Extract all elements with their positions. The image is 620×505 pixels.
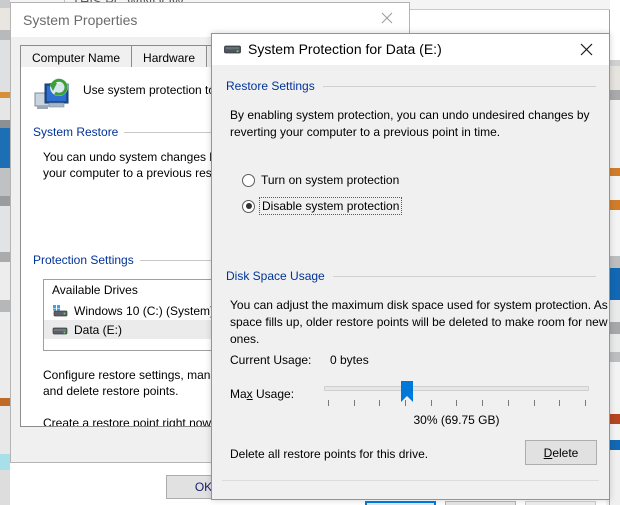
dialog-body: Restore Settings By enabling system prot… bbox=[212, 65, 609, 505]
slider-thumb[interactable] bbox=[401, 381, 413, 402]
slider-tick bbox=[456, 400, 458, 406]
tab-hardware[interactable]: Hardware bbox=[131, 45, 208, 67]
current-usage-label: Current Usage: bbox=[230, 353, 312, 367]
radio-icon[interactable] bbox=[242, 173, 255, 187]
system-restore-heading-label: System Restore bbox=[33, 125, 119, 139]
ok-button[interactable]: OK bbox=[365, 501, 436, 505]
radio-icon-selected[interactable] bbox=[242, 199, 255, 213]
hard-drive-icon bbox=[52, 323, 68, 337]
list-item-label: Data (E:) bbox=[74, 322, 123, 337]
slider-tick bbox=[482, 400, 484, 406]
list-item-label: Windows 10 (C:) (System) bbox=[74, 303, 215, 318]
dialog-footer-divider bbox=[222, 480, 599, 481]
background-window-left-edge bbox=[0, 0, 10, 505]
restore-settings-group-heading: Restore Settings bbox=[226, 79, 596, 93]
close-icon[interactable] bbox=[563, 34, 609, 65]
tab-computer-name[interactable]: Computer Name bbox=[20, 45, 133, 67]
slider-tick bbox=[559, 400, 561, 406]
disk-space-description-line3: ones. bbox=[230, 332, 260, 346]
slider-tick bbox=[533, 400, 535, 406]
radio-turn-on-system-protection[interactable]: Turn on system protection bbox=[242, 173, 399, 187]
dialog-titlebar[interactable]: System Protection for Data (E:) bbox=[212, 34, 609, 65]
delete-restore-points-text: Delete all restore points for this drive… bbox=[230, 447, 429, 461]
delete-button[interactable]: Delete bbox=[525, 440, 597, 465]
slider-value-label: 30% (69.75 GB) bbox=[413, 413, 500, 427]
system-drive-icon bbox=[52, 304, 68, 318]
dialog-title: System Protection for Data (E:) bbox=[248, 41, 442, 57]
disk-space-description-line2: space fills up, older restore points wil… bbox=[230, 315, 608, 329]
cancel-button[interactable]: Cancel bbox=[445, 501, 516, 505]
apply-button: Apply bbox=[525, 501, 596, 505]
slider-ticks bbox=[328, 400, 586, 406]
disk-space-usage-heading-label: Disk Space Usage bbox=[226, 269, 325, 283]
slider-tick bbox=[507, 400, 509, 406]
system-properties-title: System Properties bbox=[23, 12, 138, 28]
max-usage-label: Max Usage: bbox=[230, 387, 295, 401]
group-divider bbox=[332, 275, 596, 277]
slider-tick bbox=[353, 400, 355, 406]
restore-settings-heading-label: Restore Settings bbox=[226, 79, 315, 93]
restore-settings-description-line2: reverting your computer to a previous po… bbox=[230, 125, 501, 139]
slider-tick bbox=[584, 400, 586, 406]
current-usage-value: 0 bytes bbox=[330, 353, 369, 367]
radio-disable-system-protection[interactable]: Disable system protection bbox=[242, 197, 403, 215]
system-protection-dialog[interactable]: System Protection for Data (E:) Restore … bbox=[211, 33, 610, 505]
slider-tick bbox=[328, 400, 329, 406]
slider-tick bbox=[405, 400, 407, 406]
disk-space-description-line1: You can adjust the maximum disk space us… bbox=[230, 298, 608, 312]
radio-turn-on-label: Turn on system protection bbox=[261, 173, 400, 187]
restore-settings-description-line1: By enabling system protection, you can u… bbox=[230, 108, 590, 122]
system-properties-titlebar[interactable]: System Properties bbox=[11, 3, 409, 37]
hard-drive-icon bbox=[224, 44, 241, 55]
disk-space-usage-group-heading: Disk Space Usage bbox=[226, 269, 596, 283]
slider-tick bbox=[379, 400, 381, 406]
max-usage-slider[interactable] bbox=[324, 381, 589, 407]
system-protection-icon bbox=[33, 77, 73, 115]
close-icon[interactable] bbox=[364, 3, 409, 33]
protection-settings-heading-label: Protection Settings bbox=[33, 253, 134, 267]
group-divider bbox=[322, 85, 596, 87]
slider-track[interactable] bbox=[324, 386, 589, 391]
radio-disable-label: Disable system protection bbox=[258, 197, 403, 215]
slider-tick bbox=[430, 400, 432, 406]
configure-paragraph-line2: and delete restore points. bbox=[43, 384, 179, 398]
